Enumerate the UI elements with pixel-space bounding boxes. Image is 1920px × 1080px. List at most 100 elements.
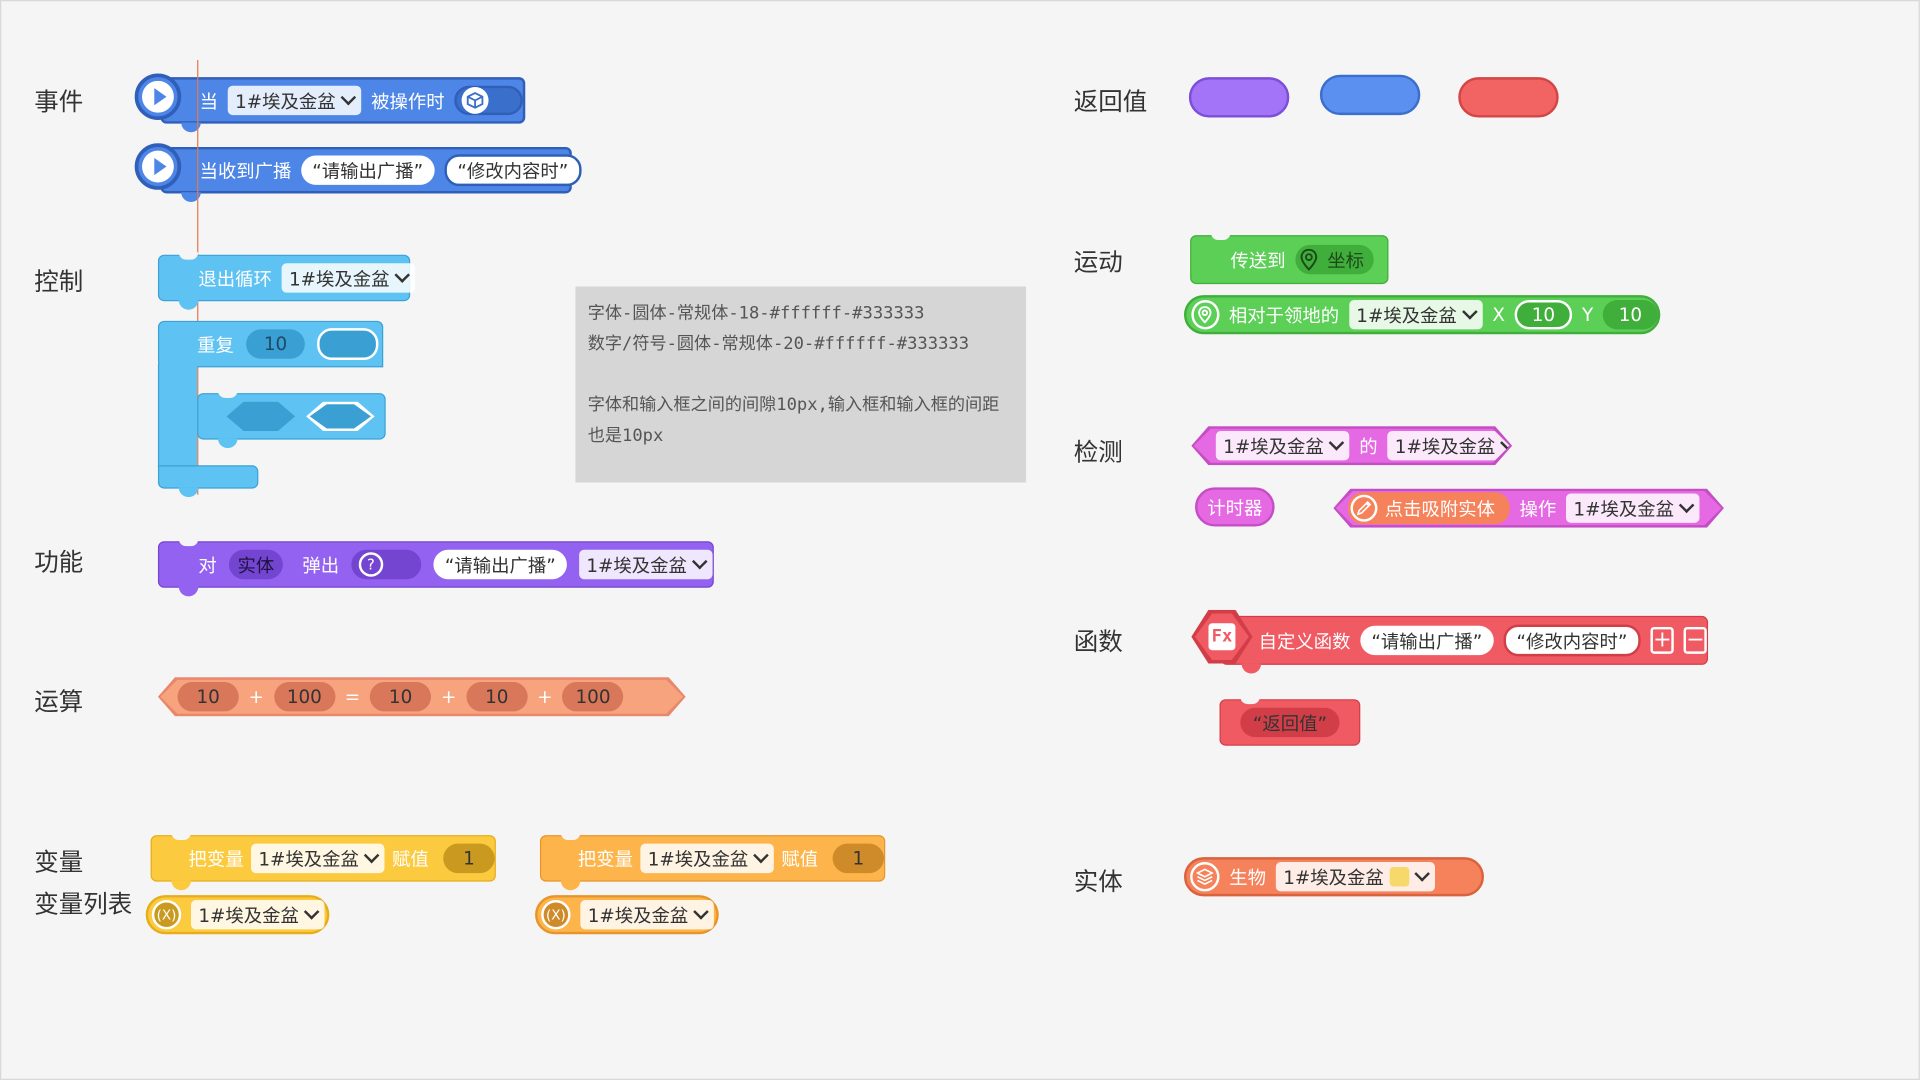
entity-dropdown[interactable]: 1#埃及金盆 — [578, 549, 713, 580]
entity-dropdown[interactable]: 1#埃及金盆 — [1348, 300, 1483, 330]
operand-input[interactable]: 100 — [562, 682, 623, 711]
popup-text: 弹出 — [302, 554, 340, 577]
relative-coordinate-reporter[interactable]: 相对于领地的 1#埃及金盆 X 10 Y 10 — [1183, 295, 1661, 335]
play-icon[interactable] — [134, 73, 182, 121]
set-var-text: 把变量 — [577, 847, 634, 871]
set-variable-block[interactable]: 把变量 1#埃及金盆 赋值 1 — [150, 835, 496, 882]
value-input[interactable]: 1 — [443, 843, 495, 874]
broadcast-string-input[interactable]: “请输出广播” — [433, 549, 567, 580]
label-return-value: 返回值 — [1073, 86, 1148, 117]
repeat-block-foot — [157, 465, 259, 489]
custom-func-text: 自定义函数 — [1258, 630, 1351, 653]
entity-dropdown-label: 1#埃及金盆 — [1283, 866, 1384, 889]
repeat-empty-slot[interactable] — [317, 328, 379, 361]
entity-dropdown[interactable]: 1#埃及金盆 — [1566, 493, 1700, 522]
repeat-block-arm — [157, 363, 198, 468]
click-attach-entity-slot[interactable]: 点击吸附实体 — [1348, 492, 1510, 524]
entity-dropdown[interactable]: 1#埃及金盆 — [1275, 862, 1436, 892]
popup-block[interactable]: 对 实体 弹出 ? “请输出广播” 1#埃及金盆 — [157, 541, 714, 588]
teleport-block[interactable]: 传送到 坐标 — [1190, 235, 1389, 285]
detect-of-block[interactable]: 1#埃及金盆 的 1#埃及金盆 — [1194, 429, 1510, 463]
variable-icon: (X) — [541, 900, 571, 930]
spec-note-line2: 数字/符号-圆体-常规体-20-#ffffff-#333333 — [587, 334, 970, 354]
variable-dropdown[interactable]: 1#埃及金盆 — [191, 900, 325, 930]
spec-note-line4: 也是10px — [587, 426, 664, 446]
variable-dropdown[interactable]: 1#埃及金盆 — [640, 843, 774, 874]
modify-string-input[interactable]: “修改内容时” — [1503, 624, 1641, 657]
return-value-input[interactable]: “返回值” — [1240, 707, 1340, 738]
block-notch — [560, 880, 581, 891]
operation-block[interactable]: 10 + 100 = 10 + 10 + 100 — [160, 680, 683, 714]
question-slot[interactable]: ? — [351, 549, 422, 580]
relative-text: 相对于领地的 — [1228, 304, 1340, 327]
set-var-text: 把变量 — [188, 847, 244, 871]
operand-input[interactable]: 100 — [274, 682, 335, 711]
entity-slot[interactable]: 实体 — [228, 549, 283, 580]
plus-operator: + — [440, 685, 457, 708]
variable-reporter[interactable]: (X) 1#埃及金盆 — [145, 895, 330, 935]
label-control: 控制 — [34, 266, 84, 297]
equals-operator: = — [344, 685, 361, 708]
operand-input[interactable]: 10 — [178, 682, 239, 711]
exit-loop-block[interactable]: 退出循环 1#埃及金盆 — [157, 254, 416, 302]
remove-param-button[interactable]: − — [1683, 626, 1708, 654]
label-event: 事件 — [34, 86, 84, 117]
repeat-block-content: 重复 10 — [197, 323, 379, 365]
location-pin-icon — [1191, 300, 1220, 330]
add-param-button[interactable]: + — [1650, 626, 1675, 654]
timer-text: 计时器 — [1207, 496, 1263, 519]
return-value-blue[interactable] — [1319, 74, 1421, 116]
cube-slot[interactable] — [454, 85, 523, 116]
x-input[interactable]: 10 — [1514, 300, 1573, 330]
click-attach-text: 点击吸附实体 — [1384, 497, 1496, 520]
coordinate-slot[interactable]: 坐标 — [1295, 244, 1374, 275]
entity-dropdown[interactable]: 1#埃及金盆 — [227, 85, 362, 116]
modify-string-input[interactable]: “修改内容时” — [443, 154, 582, 187]
y-input[interactable]: 10 — [1602, 300, 1658, 330]
broadcast-string-input[interactable]: “请输出广播” — [301, 155, 435, 185]
set-list-variable-block[interactable]: 把变量 1#埃及金盆 赋值 1 — [539, 835, 886, 882]
custom-function-block[interactable]: 自定义函数 “请输出广播” “修改内容时” + − — [1220, 615, 1709, 665]
teleport-text: 传送到 — [1230, 249, 1286, 272]
when-receive-text: 当收到广播 — [199, 159, 292, 182]
x-label: X — [1492, 303, 1505, 326]
layers-icon — [1190, 862, 1220, 892]
operand-input[interactable]: 10 — [370, 682, 431, 711]
return-value-red[interactable] — [1458, 77, 1559, 118]
location-pin-icon — [1298, 248, 1320, 271]
creature-text: 生物 — [1229, 866, 1267, 889]
entity-dropdown[interactable]: 1#埃及金盆 — [1216, 431, 1350, 460]
blocks-canvas: 事件 控制 功能 运算 变量 变量列表 返回值 运动 检测 函数 实体 当 1#… — [0, 0, 1920, 1080]
entity-dropdown[interactable]: 1#埃及金盆 — [281, 263, 416, 293]
value-input[interactable]: 1 — [832, 843, 885, 874]
plus-operator: + — [537, 685, 553, 708]
coord-text: 坐标 — [1327, 249, 1365, 272]
event-when-receive-block[interactable]: 当收到广播 “请输出广播” “修改内容时” — [160, 146, 582, 194]
label-func: 函数 — [1073, 626, 1123, 657]
list-variable-reporter[interactable]: (X) 1#埃及金盆 — [535, 895, 719, 935]
repeat-text: 重复 — [197, 333, 234, 356]
repeat-count-input[interactable]: 10 — [246, 329, 305, 359]
label-variable-list: 变量列表 — [34, 888, 133, 919]
play-icon[interactable] — [134, 143, 182, 190]
timer-reporter[interactable]: 计时器 — [1195, 487, 1275, 527]
operand-input[interactable]: 10 — [466, 682, 527, 711]
return-value-purple[interactable] — [1188, 77, 1290, 118]
block-notch — [178, 586, 199, 597]
return-block[interactable]: “返回值” — [1219, 699, 1361, 746]
eyedropper-icon — [1351, 495, 1378, 522]
operate-text: 操作 — [1519, 497, 1557, 520]
of-text: 的 — [1359, 435, 1378, 458]
spec-note-line1: 字体-圆体-常规体-18-#ffffff-#333333 — [587, 303, 925, 324]
spec-note: 字体-圆体-常规体-18-#ffffff-#333333 数字/符号-圆体-常规… — [575, 286, 1027, 483]
cube-icon — [461, 86, 489, 114]
question-icon: ? — [358, 552, 384, 577]
to-text: 对 — [198, 554, 217, 577]
variable-dropdown[interactable]: 1#埃及金盆 — [251, 843, 385, 874]
assign-text: 赋值 — [391, 847, 429, 871]
broadcast-string-input[interactable]: “请输出广播” — [1360, 625, 1494, 656]
variable-dropdown[interactable]: 1#埃及金盆 — [580, 900, 714, 930]
event-when-operated-block[interactable]: 当 1#埃及金盆 被操作时 — [160, 77, 526, 124]
click-attach-block[interactable]: 点击吸附实体 操作 1#埃及金盆 — [1336, 491, 1722, 525]
entity-reporter[interactable]: 生物 1#埃及金盆 — [1183, 857, 1484, 897]
